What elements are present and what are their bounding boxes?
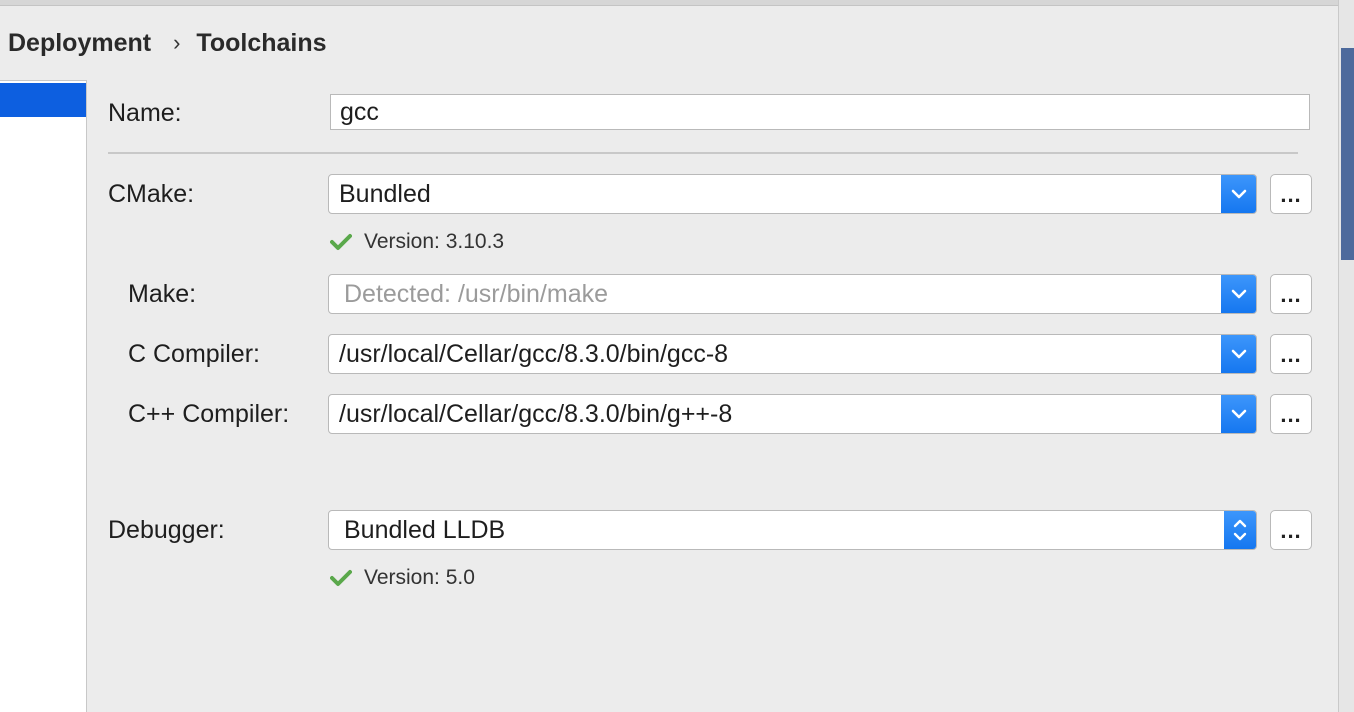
cpp-compiler-label: C++ Compiler: <box>128 400 290 428</box>
cmake-value: Bundled <box>339 180 431 208</box>
cmake-browse-button[interactable]: ... <box>1270 174 1312 214</box>
scrollbar-thumb[interactable] <box>1341 48 1354 260</box>
toolchain-list-selected-item[interactable] <box>0 83 86 117</box>
cpp-compiler-select[interactable]: /usr/local/Cellar/gcc/8.3.0/bin/g++-8 <box>328 394 1257 434</box>
divider <box>108 152 1298 154</box>
breadcrumb-separator-icon: › <box>173 30 181 55</box>
debugger-value: Bundled LLDB <box>344 516 506 544</box>
up-down-arrows-icon[interactable] <box>1224 511 1256 549</box>
cmake-version: Version: 3.10.3 <box>330 227 504 257</box>
c-compiler-select[interactable]: /usr/local/Cellar/gcc/8.3.0/bin/gcc-8 <box>328 334 1257 374</box>
make-label: Make: <box>128 280 197 308</box>
make-select[interactable]: Detected: /usr/bin/make <box>328 274 1257 314</box>
chevron-down-icon[interactable] <box>1221 175 1256 213</box>
debugger-version: Version: 5.0 <box>330 563 475 593</box>
toolchain-list[interactable] <box>0 80 87 712</box>
debugger-browse-button[interactable]: ... <box>1270 510 1312 550</box>
check-icon <box>330 570 352 586</box>
debugger-version-text: Version: 5.0 <box>364 566 475 589</box>
debugger-label: Debugger: <box>108 516 225 544</box>
window-top-border <box>0 0 1338 6</box>
chevron-down-icon[interactable] <box>1221 335 1256 373</box>
make-placeholder: Detected: /usr/bin/make <box>344 280 609 308</box>
name-input[interactable] <box>330 94 1310 130</box>
c-compiler-value: /usr/local/Cellar/gcc/8.3.0/bin/gcc-8 <box>339 340 729 368</box>
make-browse-button[interactable]: ... <box>1270 274 1312 314</box>
debugger-select[interactable]: Bundled LLDB <box>328 510 1257 550</box>
check-icon <box>330 234 352 250</box>
breadcrumb-current: Toolchains <box>196 28 327 57</box>
breadcrumb-parent[interactable]: Deployment <box>8 29 151 58</box>
breadcrumb: Deployment › Toolchains <box>8 26 327 60</box>
name-label: Name: <box>108 99 182 127</box>
c-compiler-browse-button[interactable]: ... <box>1270 334 1312 374</box>
cmake-version-text: Version: 3.10.3 <box>364 230 505 253</box>
cmake-label: CMake: <box>108 180 195 208</box>
cpp-compiler-value: /usr/local/Cellar/gcc/8.3.0/bin/g++-8 <box>339 400 733 428</box>
cpp-compiler-browse-button[interactable]: ... <box>1270 394 1312 434</box>
chevron-down-icon[interactable] <box>1221 275 1256 313</box>
c-compiler-label: C Compiler: <box>128 340 260 368</box>
scrollbar[interactable] <box>1338 0 1354 712</box>
chevron-down-icon[interactable] <box>1221 395 1256 433</box>
cmake-select[interactable]: Bundled <box>328 174 1257 214</box>
